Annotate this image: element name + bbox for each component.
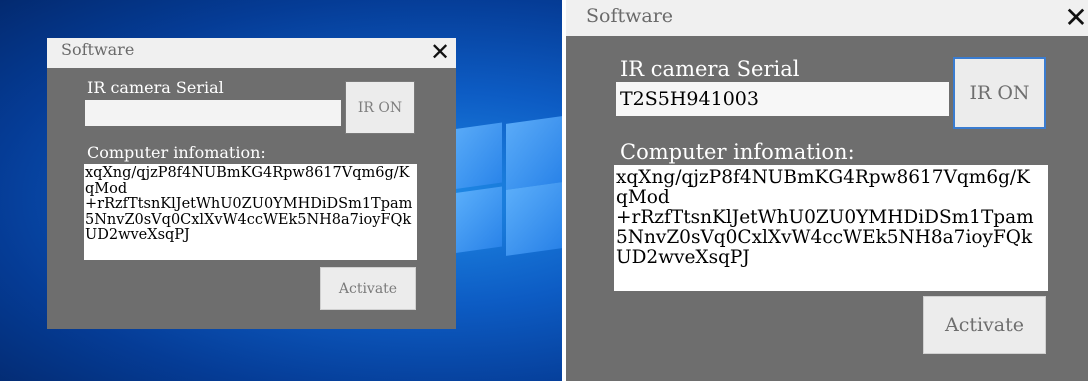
windows-logo [452, 116, 562, 256]
info-line: +rRzfTtsnKlJetWhU0ZU0YMHDiDSm1Tpam [616, 208, 1034, 228]
activate-button[interactable]: Activate [320, 267, 416, 310]
close-icon[interactable]: ✕ [428, 38, 452, 66]
info-line: +rRzfTtsnKlJetWhU0ZU0YMHDiDSm1Tpam [85, 197, 413, 212]
title-bar: Software ✕ [566, 0, 1088, 36]
info-line: UD2wveXsqPJ [85, 228, 190, 243]
computer-information-label: Computer infomation: [620, 140, 855, 164]
ir-on-button[interactable]: IR ON [953, 57, 1046, 129]
info-line: qMod [85, 181, 128, 197]
info-line: 5NnvZ0sVq0CxlXvW4ccWEk5NH8a7ioyFQk [616, 228, 1033, 248]
activate-button[interactable]: Activate [923, 296, 1046, 354]
desktop-background: Software ✕ IR camera Serial IR ON Comput… [0, 0, 562, 381]
info-line: xqXng/qjzP8f4NUBmKG4Rpw8617Vqm6g/K [616, 168, 1030, 188]
ir-on-button[interactable]: IR ON [345, 81, 415, 134]
ir-camera-serial-input[interactable] [616, 82, 949, 116]
info-line: UD2wveXsqPJ [616, 248, 750, 268]
close-icon[interactable]: ✕ [1062, 2, 1088, 34]
window-title: Software [61, 40, 135, 59]
ir-camera-serial-label: IR camera Serial [620, 57, 800, 81]
software-dialog-zoomed: Software ✕ IR camera Serial IR ON Comput… [566, 0, 1088, 381]
computer-information-label: Computer infomation: [87, 143, 266, 162]
info-line: 5NnvZ0sVq0CxlXvW4ccWEk5NH8a7ioyFQk [85, 212, 412, 228]
window-title: Software [586, 5, 674, 27]
title-bar: Software ✕ [47, 38, 456, 68]
ir-camera-serial-input[interactable] [85, 100, 341, 126]
computer-information-text[interactable]: xqXng/qjzP8f4NUBmKG4Rpw8617Vqm6g/K qMod … [614, 165, 1048, 291]
info-line: qMod [616, 188, 670, 208]
computer-information-text[interactable]: xqXng/qjzP8f4NUBmKG4Rpw8617Vqm6g/K qMod … [84, 164, 417, 260]
software-dialog: Software ✕ IR camera Serial IR ON Comput… [47, 38, 456, 329]
info-line: xqXng/qjzP8f4NUBmKG4Rpw8617Vqm6g/K [85, 166, 410, 181]
ir-camera-serial-label: IR camera Serial [87, 78, 224, 97]
